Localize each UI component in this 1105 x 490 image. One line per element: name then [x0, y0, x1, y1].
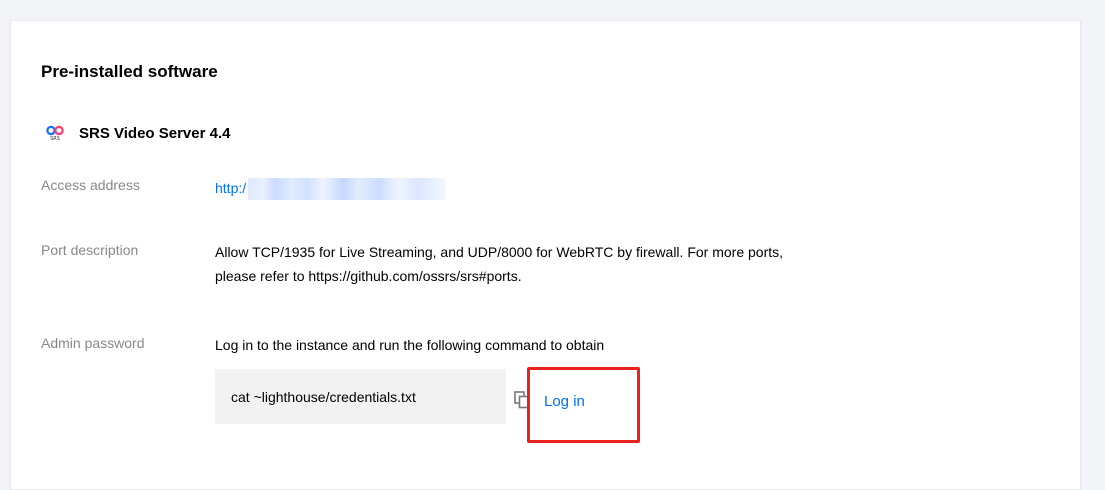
srs-logo-icon: SRS: [45, 121, 65, 145]
admin-password-value: Log in to the instance and run the follo…: [215, 337, 605, 353]
access-address-label: Access address: [41, 177, 140, 193]
port-description-value: Allow TCP/1935 for Live Streaming, and U…: [215, 240, 783, 288]
admin-password-label: Admin password: [41, 335, 145, 351]
port-description-line1: Allow TCP/1935 for Live Streaming, and U…: [215, 244, 784, 260]
software-card: Pre-installed software SRS SRS Video Ser…: [10, 20, 1081, 490]
app-row: SRS SRS Video Server 4.4: [45, 121, 230, 145]
port-description-label: Port description: [41, 242, 139, 258]
access-address-link[interactable]: http:/: [215, 180, 246, 196]
app-name: SRS Video Server 4.4: [79, 124, 231, 142]
login-link[interactable]: Log in: [544, 393, 585, 410]
command-box: cat ~lighthouse/credentials.txt: [215, 369, 506, 424]
command-row: cat ~lighthouse/credentials.txt: [215, 369, 532, 424]
section-title: Pre-installed software: [41, 62, 218, 81]
redacted-address: [248, 178, 447, 201]
access-address-value: http:/: [215, 176, 447, 201]
logo-text: SRS: [50, 135, 60, 142]
port-description-line2: please refer to https://github.com/ossrs…: [215, 268, 522, 284]
